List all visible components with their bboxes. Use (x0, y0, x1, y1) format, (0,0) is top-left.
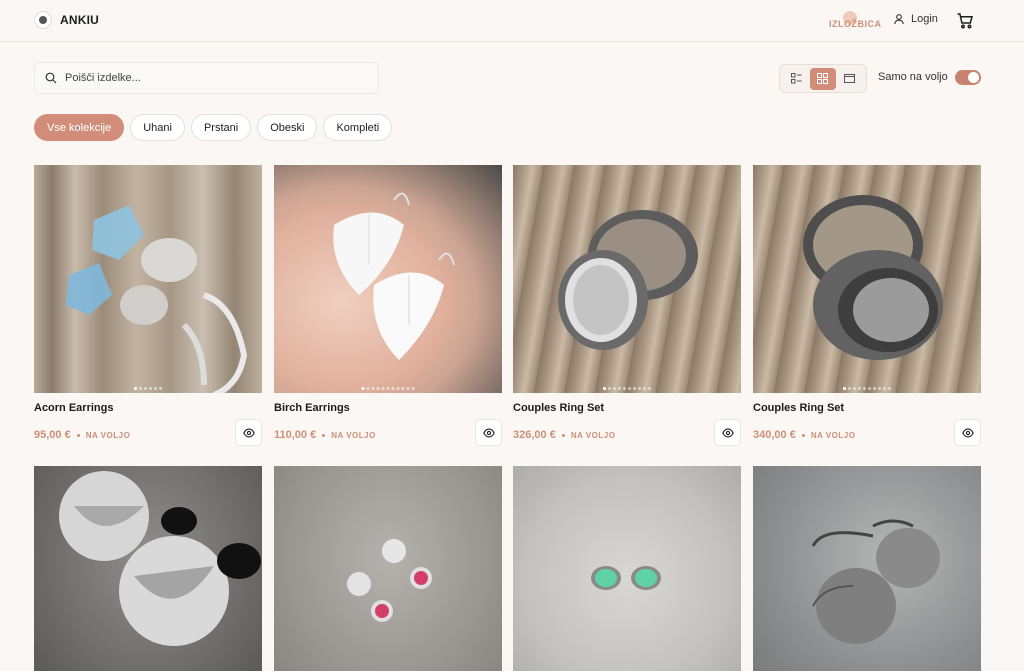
separator-dot (322, 433, 326, 437)
product-image[interactable] (34, 165, 262, 393)
product-image[interactable] (34, 466, 262, 671)
separator-dot (801, 433, 805, 437)
product-card[interactable] (753, 466, 981, 671)
separator-dot (76, 433, 80, 437)
product-image[interactable] (274, 165, 502, 393)
product-card[interactable] (34, 466, 262, 671)
filter-chip-sets[interactable]: Kompleti (323, 114, 393, 141)
product-card[interactable]: Couples Ring Set 340,00 € NA VOLJO (753, 165, 981, 446)
availability-badge: NA VOLJO (810, 430, 856, 440)
product-title[interactable]: Couples Ring Set (513, 402, 741, 414)
user-icon (894, 14, 904, 25)
filter-chip-earrings[interactable]: Uhani (130, 114, 185, 141)
eye-icon (482, 428, 495, 437)
login-button[interactable]: Login (893, 13, 938, 25)
filter-chip-rings[interactable]: Prstani (190, 114, 252, 141)
search-icon (45, 72, 57, 84)
search-input[interactable] (65, 72, 355, 84)
grid-view-icon (817, 73, 829, 84)
availability-badge: NA VOLJO (85, 430, 131, 440)
product-card[interactable] (513, 466, 741, 671)
partner-logo[interactable]: IZLOŽBICA (829, 11, 881, 31)
brand-name: ANKIU (60, 13, 99, 27)
product-title[interactable]: Couples Ring Set (753, 402, 981, 414)
eye-icon (721, 428, 734, 437)
product-price: 95,00 € (34, 429, 71, 441)
product-title[interactable]: Acorn Earrings (34, 402, 262, 414)
product-title[interactable]: Birch Earrings (274, 402, 502, 414)
quick-view-button[interactable] (475, 419, 502, 446)
view-mode-switcher (779, 64, 867, 93)
eye-icon (961, 428, 974, 437)
collection-filters: Vse kolekcije Uhani Prstani Obeski Kompl… (34, 114, 393, 141)
search-box[interactable] (34, 62, 379, 94)
grid-view-button[interactable] (809, 67, 836, 90)
brand-link[interactable]: ANKIU (34, 11, 99, 29)
brand-logo-icon (34, 11, 52, 29)
single-view-icon (844, 74, 856, 83)
product-price: 110,00 € (274, 429, 317, 441)
quick-view-button[interactable] (714, 419, 741, 446)
eye-icon (242, 428, 255, 437)
availability-badge: NA VOLJO (331, 430, 376, 440)
single-view-button[interactable] (837, 68, 863, 90)
filter-chip-all[interactable]: Vse kolekcije (34, 114, 125, 141)
product-image[interactable] (513, 466, 741, 671)
product-image[interactable] (753, 165, 981, 393)
product-image[interactable] (513, 165, 741, 393)
quick-view-button[interactable] (235, 419, 262, 446)
availability-toggle[interactable] (955, 70, 981, 85)
filter-chip-pendants[interactable]: Obeski (257, 114, 318, 141)
product-card[interactable]: Acorn Earrings 95,00 € NA VOLJO (34, 165, 262, 446)
partner-logo-text: IZLOŽBICA (829, 19, 882, 29)
cart-icon[interactable] (956, 12, 974, 30)
availability-label: Samo na voljo (878, 71, 948, 83)
product-image[interactable] (274, 466, 502, 671)
product-price: 340,00 € (753, 429, 796, 441)
product-price: 326,00 € (513, 429, 556, 441)
quick-view-button[interactable] (954, 419, 981, 446)
login-label: Login (911, 13, 938, 25)
product-image[interactable] (753, 466, 981, 671)
list-view-icon (790, 73, 802, 84)
product-card[interactable]: Birch Earrings 110,00 € NA VOLJO (274, 165, 502, 446)
top-header: ANKIU IZLOŽBICA Login (0, 0, 1024, 42)
product-card[interactable]: Couples Ring Set 326,00 € NA VOLJO (513, 165, 741, 446)
list-view-button[interactable] (783, 68, 809, 90)
separator-dot (561, 433, 565, 437)
availability-badge: NA VOLJO (570, 430, 616, 440)
product-card[interactable] (274, 466, 502, 671)
